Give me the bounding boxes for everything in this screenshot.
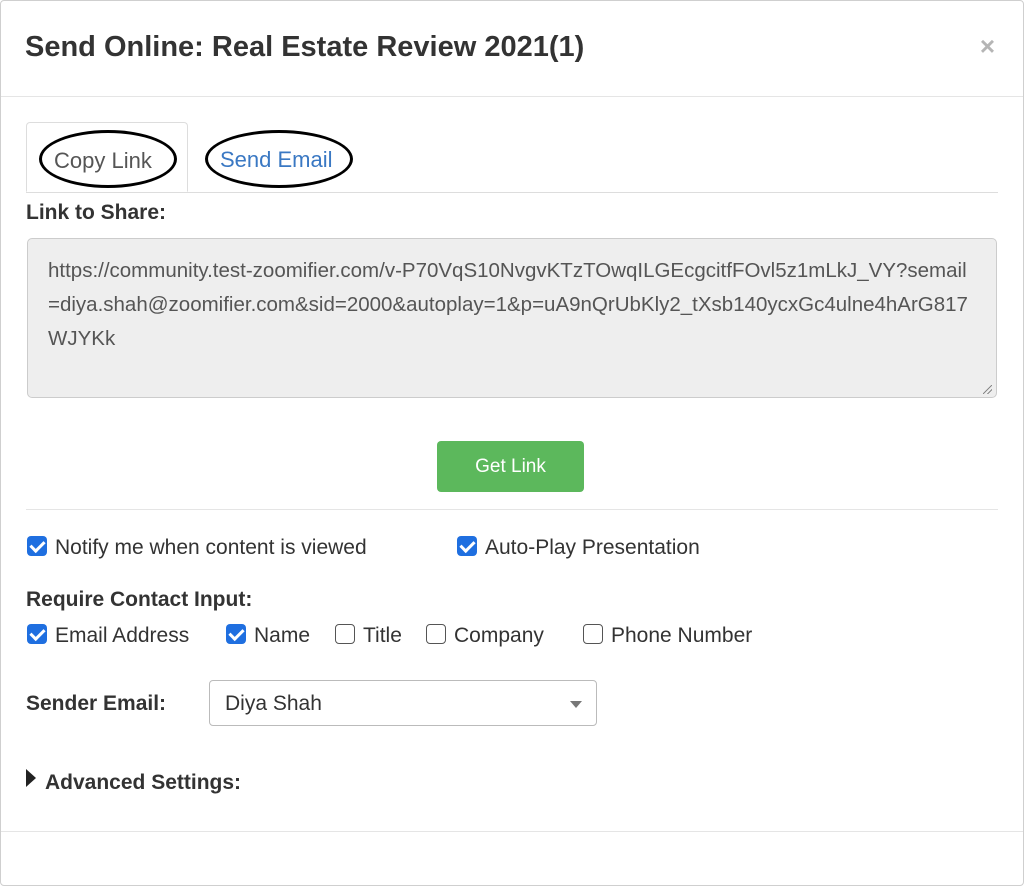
tab-copy-link-label: Copy Link	[54, 148, 152, 173]
autoplay-label: Auto-Play Presentation	[485, 536, 700, 559]
title-checkbox[interactable]	[335, 624, 355, 644]
tab-bar: Copy Link Send Email	[26, 122, 998, 193]
autoplay-checkbox[interactable]	[457, 536, 477, 556]
name-checkbox[interactable]	[226, 624, 246, 644]
name-label: Name	[254, 624, 311, 647]
notify-label: Notify me when content is viewed	[55, 536, 367, 559]
require-contact-label: Require Contact Input:	[26, 588, 253, 611]
link-to-share-label: Link to Share:	[26, 201, 167, 224]
advanced-settings-toggle[interactable]: Advanced Settings:	[45, 771, 241, 795]
email-address-checkbox[interactable]	[27, 624, 47, 644]
dialog-header: Send Online: Real Estate Review 2021(1) …	[1, 1, 1023, 97]
sender-email-label: Sender Email:	[26, 692, 167, 715]
section-divider	[26, 509, 998, 510]
footer-divider	[1, 831, 1023, 832]
title-label: Title	[363, 624, 402, 647]
resize-handle-icon[interactable]	[983, 385, 992, 394]
company-checkbox[interactable]	[426, 624, 446, 644]
send-online-dialog: Send Online: Real Estate Review 2021(1) …	[0, 0, 1024, 886]
get-link-button[interactable]: Get Link	[437, 441, 584, 492]
share-link-text: https://community.test-zoomifier.com/v-P…	[48, 259, 968, 350]
triangle-right-icon[interactable]	[26, 769, 36, 787]
close-icon[interactable]: ×	[980, 31, 995, 62]
tab-copy-link[interactable]: Copy Link	[26, 122, 188, 192]
sender-email-value: Diya Shah	[225, 692, 322, 715]
notify-checkbox[interactable]	[27, 536, 47, 556]
share-link-textarea[interactable]: https://community.test-zoomifier.com/v-P…	[27, 238, 997, 398]
phone-number-label: Phone Number	[611, 624, 753, 647]
tab-send-email-label[interactable]: Send Email	[220, 147, 333, 173]
dialog-title: Send Online: Real Estate Review 2021(1)	[25, 31, 585, 63]
email-address-label: Email Address	[55, 624, 190, 647]
company-label: Company	[454, 624, 544, 647]
sender-email-select[interactable]: Diya Shah	[209, 680, 597, 726]
chevron-down-icon	[570, 701, 582, 708]
phone-number-checkbox[interactable]	[583, 624, 603, 644]
